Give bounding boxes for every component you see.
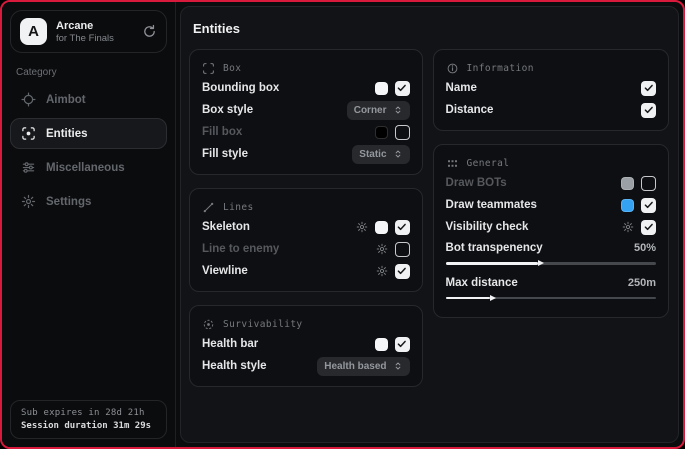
row-name: Name	[446, 77, 656, 99]
subscription-info: Sub expires in 28d 21h Session duration …	[10, 400, 167, 439]
app-title: Arcane	[56, 20, 114, 32]
card-lines: Lines Skeleton Line to enemy	[189, 188, 423, 292]
card-title: Lines	[223, 202, 254, 213]
row-line-to-enemy: Line to enemy	[202, 238, 410, 260]
draw-teammates-checkbox[interactable]	[641, 198, 656, 213]
row-visibility-check: Visibility check	[446, 216, 656, 238]
scan-icon	[21, 126, 36, 141]
life-ring-icon	[202, 318, 215, 331]
gear-icon[interactable]	[376, 243, 388, 255]
logo-card: A Arcane for The Finals	[10, 10, 167, 53]
card-survivability: Survivability Health bar Health style	[189, 305, 423, 387]
box-style-dropdown[interactable]: Corner	[347, 101, 410, 120]
draw-bots-checkbox[interactable]	[641, 176, 656, 191]
fill-style-dropdown[interactable]: Static	[352, 145, 409, 164]
skeleton-checkbox[interactable]	[395, 220, 410, 235]
bounding-box-checkbox[interactable]	[395, 81, 410, 96]
card-title: Box	[223, 63, 241, 74]
card-title: Survivability	[223, 319, 303, 330]
sidebar-item-label: Entities	[46, 128, 88, 140]
row-fill-box: Fill box	[202, 121, 410, 143]
color-swatch[interactable]	[621, 199, 634, 212]
sub-expiry-text: Sub expires in 28d 21h	[21, 408, 156, 418]
info-icon	[446, 62, 459, 75]
row-health-bar: Health bar	[202, 333, 410, 355]
page-title: Entities	[193, 21, 669, 36]
card-information: Information Name Distance	[433, 49, 669, 131]
row-bounding-box: Bounding box	[202, 77, 410, 99]
sidebar-item-label: Aimbot	[46, 94, 86, 106]
slider-value: 50%	[634, 242, 656, 254]
max-distance-slider[interactable]	[446, 297, 656, 300]
row-skeleton: Skeleton	[202, 216, 410, 238]
chevron-updown-icon	[393, 361, 403, 371]
viewline-checkbox[interactable]	[395, 264, 410, 279]
color-swatch[interactable]	[621, 177, 634, 190]
sidebar-item-label: Settings	[46, 196, 91, 208]
slider-thumb[interactable]	[538, 260, 544, 266]
session-duration-text: Session duration 31m 29s	[21, 421, 156, 431]
app-logo: A	[20, 18, 47, 45]
grid-icon	[446, 157, 459, 170]
main-panel: Entities Box Bounding box	[180, 6, 679, 443]
card-box: Box Bounding box Box style Corne	[189, 49, 423, 175]
row-draw-bots: Draw BOTs	[446, 172, 656, 194]
category-label: Category	[16, 67, 161, 78]
card-general: General Draw BOTs Draw teammates	[433, 144, 669, 318]
card-title: General	[467, 158, 510, 169]
bot-transparency-slider-group: Bot transpenency 50%	[446, 239, 656, 265]
health-style-dropdown[interactable]: Health based	[317, 357, 409, 376]
color-swatch[interactable]	[375, 221, 388, 234]
gear-icon[interactable]	[376, 265, 388, 277]
color-swatch[interactable]	[375, 82, 388, 95]
crosshair-icon	[21, 92, 36, 107]
sidebar-nav: Aimbot Entities Miscellaneous Settings	[10, 84, 167, 217]
distance-checkbox[interactable]	[641, 103, 656, 118]
row-health-style: Health style Health based	[202, 355, 410, 377]
refresh-icon[interactable]	[142, 24, 157, 39]
gear-icon[interactable]	[622, 221, 634, 233]
slider-value: 250m	[628, 277, 656, 289]
fill-box-checkbox[interactable]	[395, 125, 410, 140]
row-distance: Distance	[446, 99, 656, 121]
slider-thumb[interactable]	[490, 295, 496, 301]
sidebar-item-settings[interactable]: Settings	[10, 186, 167, 217]
gear-icon	[21, 194, 36, 209]
bot-transparency-slider[interactable]	[446, 262, 656, 265]
health-bar-checkbox[interactable]	[395, 337, 410, 352]
row-viewline: Viewline	[202, 260, 410, 282]
card-title: Information	[467, 63, 534, 74]
line-icon	[202, 201, 215, 214]
sidebar-item-label: Miscellaneous	[46, 162, 125, 174]
sidebar: A Arcane for The Finals Category Aimbot …	[2, 2, 176, 447]
row-box-style: Box style Corner	[202, 99, 410, 121]
gear-icon[interactable]	[356, 221, 368, 233]
row-draw-teammates: Draw teammates	[446, 194, 656, 216]
sidebar-item-entities[interactable]: Entities	[10, 118, 167, 149]
name-checkbox[interactable]	[641, 81, 656, 96]
chevron-updown-icon	[393, 105, 403, 115]
app-window: A Arcane for The Finals Category Aimbot …	[0, 0, 685, 449]
line-to-enemy-checkbox[interactable]	[395, 242, 410, 257]
visibility-check-checkbox[interactable]	[641, 220, 656, 235]
row-fill-style: Fill style Static	[202, 143, 410, 165]
box-icon	[202, 62, 215, 75]
sidebar-item-miscellaneous[interactable]: Miscellaneous	[10, 152, 167, 183]
sidebar-item-aimbot[interactable]: Aimbot	[10, 84, 167, 115]
color-swatch[interactable]	[375, 338, 388, 351]
max-distance-slider-group: Max distance 250m	[446, 274, 656, 300]
sliders-icon	[21, 160, 36, 175]
color-swatch[interactable]	[375, 126, 388, 139]
chevron-updown-icon	[393, 149, 403, 159]
app-subtitle: for The Finals	[56, 33, 114, 44]
